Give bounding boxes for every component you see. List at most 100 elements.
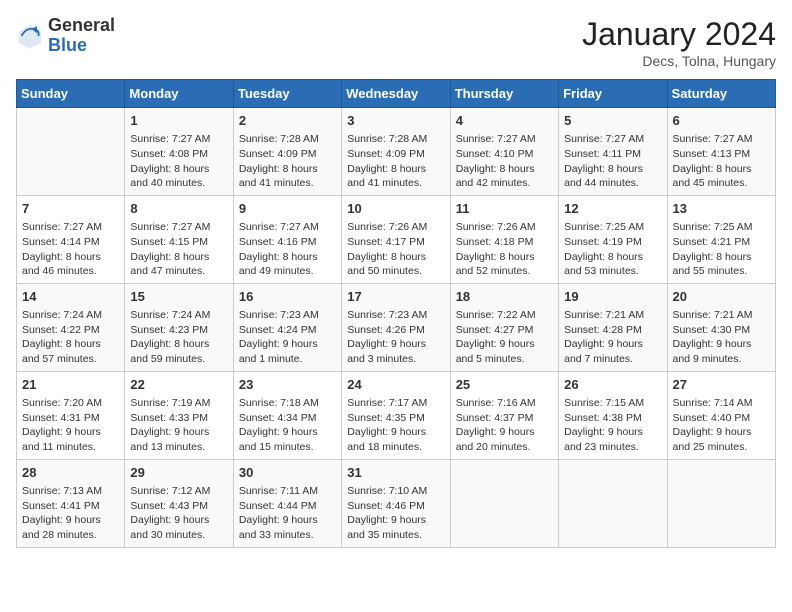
week-row-4: 21 Sunrise: 7:20 AMSunset: 4:31 PMDayligh… [17,371,776,459]
day-number: 11 [456,200,553,218]
calendar-cell: 26 Sunrise: 7:15 AMSunset: 4:38 PMDayligh… [559,371,667,459]
day-info: Sunrise: 7:21 AMSunset: 4:30 PMDaylight:… [673,308,770,367]
day-number: 22 [130,376,227,394]
day-number: 18 [456,288,553,306]
day-info: Sunrise: 7:23 AMSunset: 4:24 PMDaylight:… [239,308,336,367]
day-info: Sunrise: 7:25 AMSunset: 4:19 PMDaylight:… [564,220,661,279]
header: General Blue January 2024 Decs, Tolna, H… [16,16,776,69]
calendar-cell: 22 Sunrise: 7:19 AMSunset: 4:33 PMDayligh… [125,371,233,459]
day-info: Sunrise: 7:26 AMSunset: 4:17 PMDaylight:… [347,220,444,279]
calendar-cell: 16 Sunrise: 7:23 AMSunset: 4:24 PMDayligh… [233,283,341,371]
day-info: Sunrise: 7:25 AMSunset: 4:21 PMDaylight:… [673,220,770,279]
subtitle: Decs, Tolna, Hungary [582,53,776,69]
calendar-cell: 23Sunrise: 7:18 AMSunset: 4:34 PMDayligh… [233,371,341,459]
calendar-cell: 28Sunrise: 7:13 AMSunset: 4:41 PMDayligh… [17,459,125,547]
day-number: 27 [673,376,770,394]
calendar-cell: 17 Sunrise: 7:23 AMSunset: 4:26 PMDayligh… [342,283,450,371]
day-number: 17 [347,288,444,306]
day-number: 29 [130,464,227,482]
day-number: 13 [673,200,770,218]
day-number: 4 [456,112,553,130]
day-info: Sunrise: 7:26 AMSunset: 4:18 PMDaylight:… [456,220,553,279]
day-number: 19 [564,288,661,306]
day-info: Sunrise: 7:27 AMSunset: 4:14 PMDaylight:… [22,220,119,279]
day-info: Sunrise: 7:15 AMSunset: 4:38 PMDaylight:… [564,396,661,455]
day-header-thursday: Thursday [450,80,558,108]
day-number: 24 [347,376,444,394]
day-number: 14 [22,288,119,306]
day-number: 21 [22,376,119,394]
calendar-cell: 30 Sunrise: 7:11 AMSunset: 4:44 PMDayligh… [233,459,341,547]
day-info: Sunrise: 7:19 AMSunset: 4:33 PMDaylight:… [130,396,227,455]
day-number: 7 [22,200,119,218]
day-header-sunday: Sunday [17,80,125,108]
week-row-5: 28Sunrise: 7:13 AMSunset: 4:41 PMDayligh… [17,459,776,547]
day-header-tuesday: Tuesday [233,80,341,108]
calendar-cell: 14Sunrise: 7:24 AMSunset: 4:22 PMDayligh… [17,283,125,371]
day-number: 16 [239,288,336,306]
logo-icon [16,22,44,50]
day-info: Sunrise: 7:28 AMSunset: 4:09 PMDaylight:… [239,132,336,191]
day-info: Sunrise: 7:20 AMSunset: 4:31 PMDaylight:… [22,396,119,455]
logo-blue: Blue [48,36,115,56]
day-number: 30 [239,464,336,482]
calendar-cell: 29 Sunrise: 7:12 AMSunset: 4:43 PMDayligh… [125,459,233,547]
calendar-cell: 10 Sunrise: 7:26 AMSunset: 4:17 PMDayligh… [342,195,450,283]
logo-general: General [48,16,115,36]
day-info: Sunrise: 7:12 AMSunset: 4:43 PMDaylight:… [130,484,227,543]
calendar-cell: 13 Sunrise: 7:25 AMSunset: 4:21 PMDayligh… [667,195,775,283]
day-info: Sunrise: 7:24 AMSunset: 4:23 PMDaylight:… [130,308,227,367]
calendar-cell: 1 Sunrise: 7:27 AMSunset: 4:08 PMDaylight… [125,108,233,196]
day-number: 2 [239,112,336,130]
day-info: Sunrise: 7:21 AMSunset: 4:28 PMDaylight:… [564,308,661,367]
day-number: 9 [239,200,336,218]
calendar-cell: 2 Sunrise: 7:28 AMSunset: 4:09 PMDaylight… [233,108,341,196]
week-row-3: 14Sunrise: 7:24 AMSunset: 4:22 PMDayligh… [17,283,776,371]
day-number: 26 [564,376,661,394]
day-info: Sunrise: 7:23 AMSunset: 4:26 PMDaylight:… [347,308,444,367]
logo: General Blue [16,16,115,56]
day-header-monday: Monday [125,80,233,108]
day-header-wednesday: Wednesday [342,80,450,108]
day-info: Sunrise: 7:16 AMSunset: 4:37 PMDaylight:… [456,396,553,455]
day-number: 1 [130,112,227,130]
logo-text: General Blue [48,16,115,56]
calendar-cell: 20Sunrise: 7:21 AMSunset: 4:30 PMDayligh… [667,283,775,371]
calendar-cell: 8Sunrise: 7:27 AMSunset: 4:15 PMDaylight… [125,195,233,283]
day-number: 23 [239,376,336,394]
day-info: Sunrise: 7:27 AMSunset: 4:08 PMDaylight:… [130,132,227,191]
calendar-cell: 27 Sunrise: 7:14 AMSunset: 4:40 PMDayligh… [667,371,775,459]
calendar-cell [450,459,558,547]
day-info: Sunrise: 7:27 AMSunset: 4:10 PMDaylight:… [456,132,553,191]
day-number: 5 [564,112,661,130]
week-row-2: 7 Sunrise: 7:27 AMSunset: 4:14 PMDaylight… [17,195,776,283]
week-row-1: 1 Sunrise: 7:27 AMSunset: 4:08 PMDaylight… [17,108,776,196]
day-header-friday: Friday [559,80,667,108]
day-info: Sunrise: 7:27 AMSunset: 4:16 PMDaylight:… [239,220,336,279]
calendar-cell [667,459,775,547]
day-info: Sunrise: 7:14 AMSunset: 4:40 PMDaylight:… [673,396,770,455]
calendar-cell: 18 Sunrise: 7:22 AMSunset: 4:27 PMDayligh… [450,283,558,371]
day-info: Sunrise: 7:22 AMSunset: 4:27 PMDaylight:… [456,308,553,367]
day-info: Sunrise: 7:27 AMSunset: 4:11 PMDaylight:… [564,132,661,191]
calendar-cell: 24Sunrise: 7:17 AMSunset: 4:35 PMDayligh… [342,371,450,459]
day-number: 3 [347,112,444,130]
calendar-cell: 5 Sunrise: 7:27 AMSunset: 4:11 PMDaylight… [559,108,667,196]
calendar-cell: 3Sunrise: 7:28 AMSunset: 4:09 PMDaylight… [342,108,450,196]
day-info: Sunrise: 7:11 AMSunset: 4:44 PMDaylight:… [239,484,336,543]
calendar-cell: 19 Sunrise: 7:21 AMSunset: 4:28 PMDayligh… [559,283,667,371]
day-info: Sunrise: 7:27 AMSunset: 4:13 PMDaylight:… [673,132,770,191]
calendar-cell [17,108,125,196]
day-number: 31 [347,464,444,482]
header-row: SundayMondayTuesdayWednesdayThursdayFrid… [17,80,776,108]
calendar-cell: 15Sunrise: 7:24 AMSunset: 4:23 PMDayligh… [125,283,233,371]
day-number: 10 [347,200,444,218]
day-number: 25 [456,376,553,394]
day-number: 8 [130,200,227,218]
calendar-cell: 31Sunrise: 7:10 AMSunset: 4:46 PMDayligh… [342,459,450,547]
title-area: January 2024 Decs, Tolna, Hungary [582,16,776,69]
day-info: Sunrise: 7:13 AMSunset: 4:41 PMDaylight:… [22,484,119,543]
calendar-cell: 12Sunrise: 7:25 AMSunset: 4:19 PMDayligh… [559,195,667,283]
calendar-cell: 9 Sunrise: 7:27 AMSunset: 4:16 PMDaylight… [233,195,341,283]
calendar-cell: 11 Sunrise: 7:26 AMSunset: 4:18 PMDayligh… [450,195,558,283]
